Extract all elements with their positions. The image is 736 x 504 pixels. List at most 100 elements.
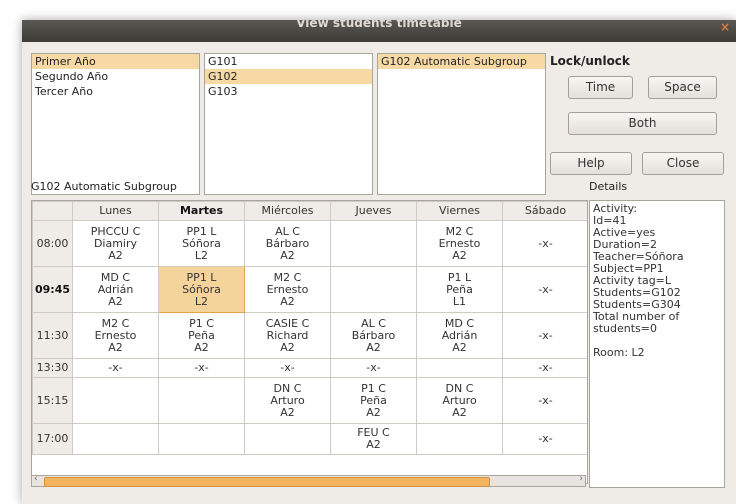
timetable-cell[interactable]: [244, 423, 331, 455]
cell-line: -x-: [538, 361, 553, 374]
timetable-cell[interactable]: DN C Arturo A2: [416, 377, 503, 424]
timetable-row: 11:30 M2 C Ernesto A2 P1 C Peña A2 CASIE C Richa…: [32, 312, 587, 359]
day-header[interactable]: Lunes: [72, 201, 159, 221]
cell-line: A2: [108, 294, 123, 308]
cell-line: Adrián: [441, 328, 478, 342]
timetable-cell[interactable]: FEU C A2: [330, 423, 417, 455]
cell-line: AL C: [361, 316, 386, 330]
cell-line: DN C: [445, 381, 474, 395]
cell-line: P1 L: [447, 270, 472, 284]
year-item[interactable]: Tercer Año: [32, 84, 199, 99]
timetable-cell[interactable]: M2 C Ernesto A2: [244, 266, 331, 313]
cell-line: Ernesto: [438, 236, 481, 250]
cell-line: -x-: [280, 361, 295, 374]
time-header[interactable]: 17:00: [32, 423, 73, 455]
timetable-cell[interactable]: -x-: [502, 358, 587, 378]
cell-line: PP1 L: [186, 224, 217, 238]
cell-line: Sóñora: [182, 282, 221, 296]
timetable-cell[interactable]: [330, 220, 417, 267]
timetable-cell[interactable]: P1 L Peña L1: [416, 266, 503, 313]
timetable-cell[interactable]: -x-: [72, 358, 159, 378]
cell-line: Ernesto: [94, 328, 137, 342]
cell-line: A2: [280, 405, 295, 419]
timetable-cell[interactable]: [72, 423, 159, 455]
timetable-cell[interactable]: P1 C Peña A2: [330, 377, 417, 424]
cell-line: Bárbaro: [265, 236, 310, 250]
timetable-cell[interactable]: -x-: [502, 423, 587, 455]
timetable-cell[interactable]: -x-: [158, 358, 245, 378]
timetable-cell[interactable]: [416, 423, 503, 455]
timetable-cell[interactable]: [416, 358, 503, 378]
cell-line: -x-: [538, 328, 553, 342]
timetable-cell[interactable]: M2 C Ernesto A2: [416, 220, 503, 267]
day-header[interactable]: Sábado: [502, 201, 587, 221]
timetable-cell[interactable]: CASIE C Richard A2: [244, 312, 331, 359]
cell-line: A2: [366, 438, 381, 451]
timetable-cell[interactable]: PHCCU C Diamiry A2: [72, 220, 159, 267]
time-header[interactable]: 11:30: [32, 312, 73, 359]
time-header[interactable]: 09:45: [32, 266, 73, 313]
lock-time-button[interactable]: Time: [568, 76, 633, 99]
day-header[interactable]: Jueves: [330, 201, 417, 221]
day-header[interactable]: Viernes: [416, 201, 503, 221]
help-button[interactable]: Help: [550, 152, 632, 175]
cell-line: A2: [452, 248, 467, 262]
timetable-cell[interactable]: AL C Bárbaro A2: [244, 220, 331, 267]
cell-line: -x-: [108, 361, 123, 374]
window-close-icon[interactable]: ×: [720, 20, 730, 38]
cell-line: Peña: [188, 328, 215, 342]
timetable-cell[interactable]: DN C Arturo A2: [244, 377, 331, 424]
timetable-cell[interactable]: [72, 377, 159, 424]
cell-line: P1 C: [361, 381, 386, 395]
cell-line: A2: [366, 340, 381, 354]
timetable-cell[interactable]: P1 C Peña A2: [158, 312, 245, 359]
year-item[interactable]: Primer Año: [32, 54, 199, 69]
group-item[interactable]: G103: [205, 84, 372, 99]
horizontal-scrollbar[interactable]: ‹ ›: [31, 474, 586, 487]
groups-list[interactable]: G101 G102 G103: [204, 53, 373, 195]
timetable-cell[interactable]: -x-: [502, 312, 587, 359]
scroll-left-icon[interactable]: ‹: [34, 474, 38, 484]
group-item[interactable]: G102: [205, 69, 372, 84]
cell-line: A2: [108, 248, 123, 262]
timetable-cell[interactable]: -x-: [502, 266, 587, 313]
time-header[interactable]: 13:30: [32, 358, 73, 378]
subgroup-item[interactable]: G102 Automatic Subgroup: [378, 54, 545, 69]
day-header[interactable]: Miércoles: [244, 201, 331, 221]
cell-line: L2: [194, 248, 209, 262]
timetable-cell[interactable]: -x-: [330, 358, 417, 378]
years-list[interactable]: Primer Año Segundo Año Tercer Año: [31, 53, 200, 195]
time-header[interactable]: 08:00: [32, 220, 73, 267]
timetable-cell[interactable]: MD C Adrián A2: [416, 312, 503, 359]
timetable-cell[interactable]: -x-: [502, 220, 587, 267]
timetable-cell[interactable]: -x-: [502, 377, 587, 424]
timetable-cell[interactable]: MD C Adrián A2: [72, 266, 159, 313]
timetable-cell[interactable]: [158, 377, 245, 424]
close-button[interactable]: Close: [642, 152, 724, 175]
day-header[interactable]: Martes: [158, 201, 245, 221]
group-item[interactable]: G101: [205, 54, 372, 69]
year-item[interactable]: Segundo Año: [32, 69, 199, 84]
scroll-thumb[interactable]: [44, 477, 490, 487]
lock-space-button[interactable]: Space: [648, 76, 717, 99]
timetable-cell[interactable]: PP1 L Sóñora L2: [158, 220, 245, 267]
subgroups-list[interactable]: G102 Automatic Subgroup: [377, 53, 546, 195]
timetable-cell[interactable]: PP1 L Sóñora L2: [158, 266, 245, 313]
cell-line: A2: [280, 340, 295, 354]
details-panel: Activity: Id=41 Active=yes Duration=2 Teache…: [589, 200, 725, 488]
timetable-window: View students timetable × Primer Año Segu…: [22, 20, 736, 504]
cell-line: Arturo: [270, 393, 305, 407]
scroll-right-icon[interactable]: ›: [579, 474, 583, 484]
cell-line: Peña: [446, 282, 473, 296]
lock-both-button[interactable]: Both: [568, 112, 717, 135]
timetable-cell[interactable]: [158, 423, 245, 455]
timetable-cell[interactable]: AL C Bárbaro A2: [330, 312, 417, 359]
cell-line: Sóñora: [182, 236, 221, 250]
timetable-cell[interactable]: [330, 266, 417, 313]
header-row: Lunes Martes Miércoles Jueves Viernes Sábado: [32, 201, 587, 221]
timetable-cell[interactable]: -x-: [244, 358, 331, 378]
time-header[interactable]: 15:15: [32, 377, 73, 424]
cell-line: -x-: [538, 393, 553, 407]
timetable-cell[interactable]: M2 C Ernesto A2: [72, 312, 159, 359]
cell-line: L2: [194, 294, 209, 308]
